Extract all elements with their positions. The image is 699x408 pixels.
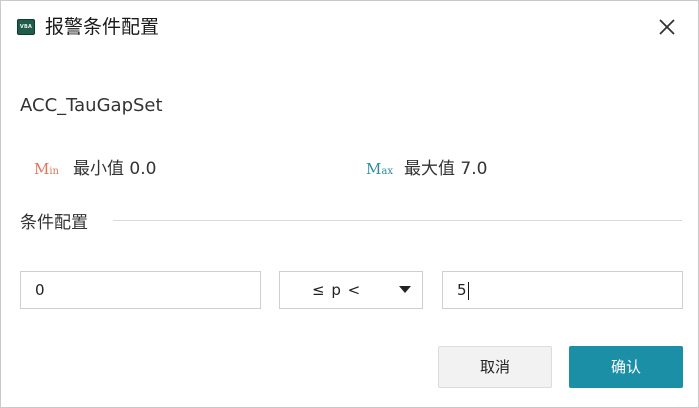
lower-bound-input[interactable]: 0 <box>20 271 261 309</box>
condition-section-title: 条件配置 <box>20 213 88 233</box>
app-logo-icon: VBA <box>17 19 35 35</box>
operator-select[interactable]: ≤ p < <box>279 271 423 309</box>
upper-bound-input[interactable]: 5 <box>442 271 683 309</box>
section-divider <box>113 220 682 221</box>
min-icon-sub: in <box>49 166 59 177</box>
text-cursor <box>467 281 469 300</box>
app-logo-text: VBA <box>19 24 33 30</box>
operator-value: ≤ p < <box>312 281 362 299</box>
max-icon: Max <box>366 160 393 181</box>
close-icon <box>659 19 675 35</box>
close-button[interactable] <box>653 13 681 41</box>
max-icon-sub: ax <box>381 166 393 177</box>
chevron-down-icon <box>399 286 411 293</box>
min-icon-main: M <box>34 160 50 178</box>
dialog-title: 报警条件配置 <box>45 16 160 38</box>
upper-bound-value: 5 <box>457 281 467 299</box>
cancel-button[interactable]: 取消 <box>438 346 552 388</box>
signal-name-label: ACC_TauGapSet <box>20 95 163 116</box>
title-bar: VBA 报警条件配置 <box>1 1 698 53</box>
confirm-button[interactable]: 确认 <box>569 346 683 388</box>
max-icon-main: M <box>366 160 382 178</box>
alarm-condition-dialog: VBA 报警条件配置 ACC_TauGapSet Min 最小值 0.0 Max… <box>0 0 699 408</box>
min-icon: Min <box>34 160 59 181</box>
max-value-label: 最大值 7.0 <box>404 159 488 179</box>
min-value-label: 最小值 0.0 <box>73 159 157 179</box>
lower-bound-value: 0 <box>35 281 45 299</box>
